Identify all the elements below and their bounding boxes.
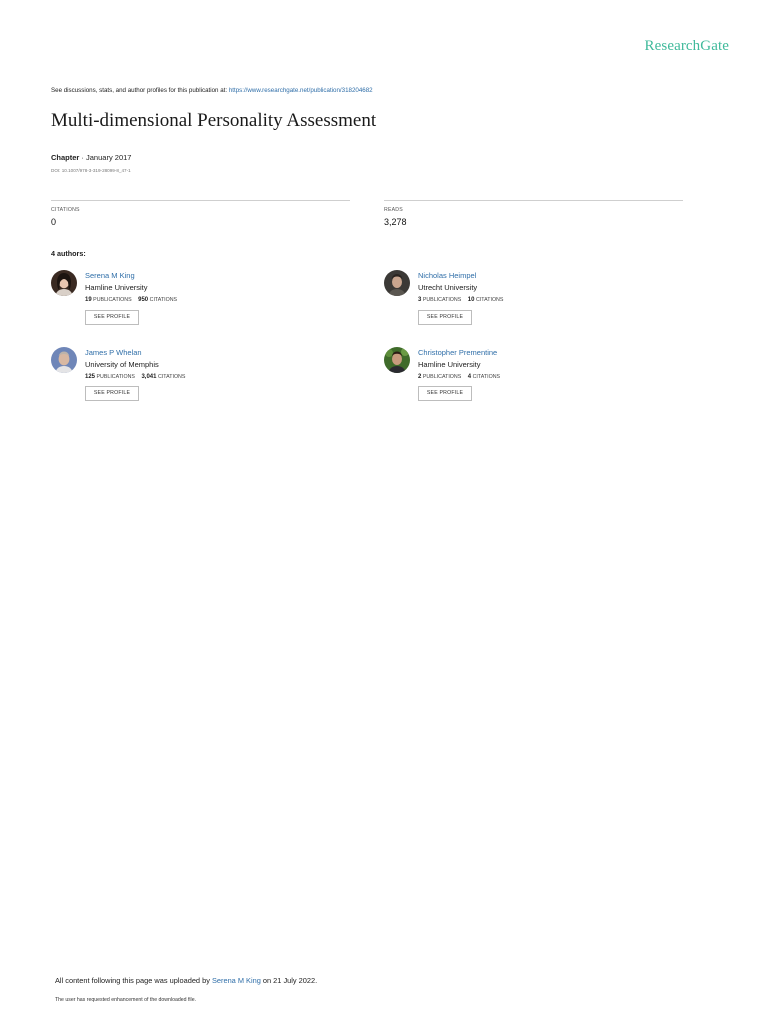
discussions-line: See discussions, stats, and author profi… — [51, 87, 373, 94]
author-citations-label: CITATIONS — [475, 297, 504, 303]
author-stats: 19 PUBLICATIONS 950 CITATIONS — [85, 297, 177, 303]
researchgate-logo[interactable]: ResearchGate — [645, 38, 729, 55]
publications-count: 125 — [85, 374, 96, 380]
author-avatar[interactable] — [384, 347, 410, 373]
discussions-prefix: See discussions, stats, and author profi… — [51, 87, 229, 94]
author-citations-count: 3,041 — [141, 374, 157, 380]
author-citations-label: CITATIONS — [472, 374, 501, 380]
reads-divider — [384, 200, 683, 201]
citations-label: CITATIONS — [51, 207, 80, 213]
upload-prefix: All content following this page was uplo… — [55, 976, 212, 985]
uploader-link[interactable]: Serena M King — [212, 976, 261, 985]
author-citations-label: CITATIONS — [149, 297, 178, 303]
meta-separator: · — [79, 153, 87, 162]
author-avatar[interactable] — [51, 347, 77, 373]
citations-count: 0 — [51, 217, 57, 227]
publications-count: 19 — [85, 297, 92, 303]
author-name-link[interactable]: James P Whelan — [85, 348, 142, 357]
author-stats: 2 PUBLICATIONS 4 CITATIONS — [418, 374, 500, 380]
author-name-link[interactable]: Christopher Prementine — [418, 348, 497, 357]
author-name-link[interactable]: Serena M King — [85, 271, 135, 280]
publication-doi: DOI: 10.1007/978-3-319-28099-8_47-1 — [51, 168, 131, 173]
publication-type: Chapter — [51, 153, 80, 162]
author-avatar[interactable] — [51, 270, 77, 296]
publication-date: January 2017 — [86, 153, 132, 162]
author-citations-label: CITATIONS — [157, 374, 186, 380]
citations-divider — [51, 200, 350, 201]
publications-label: PUBLICATIONS — [422, 374, 462, 380]
upload-notice: All content following this page was uplo… — [55, 976, 317, 985]
author-citations-count: 4 — [467, 374, 472, 380]
author-citations-count: 950 — [138, 297, 149, 303]
publications-count: 3 — [418, 297, 422, 303]
authors-heading: 4 authors: — [51, 249, 86, 258]
author-institution: Hamline University — [418, 360, 481, 369]
author-institution: Utrecht University — [418, 283, 478, 292]
author-stats: 3 PUBLICATIONS 10 CITATIONS — [418, 297, 503, 303]
see-profile-button[interactable]: SEE PROFILE — [85, 386, 139, 401]
publications-label: PUBLICATIONS — [422, 297, 462, 303]
author-citations-count: 10 — [467, 297, 475, 303]
upload-suffix: on 21 July 2022. — [260, 976, 318, 985]
see-profile-button[interactable]: SEE PROFILE — [418, 386, 472, 401]
reads-label: READS — [384, 207, 403, 213]
publications-count: 2 — [418, 374, 422, 380]
publication-title: Multi-dimensional Personality Assessment — [51, 110, 377, 131]
author-card: Christopher Prementine Hamline Universit… — [384, 347, 684, 417]
author-card: Serena M King Hamline University 19 PUBL… — [51, 270, 351, 340]
publication-url-link[interactable]: https://www.researchgate.net/publication… — [229, 87, 373, 94]
author-avatar[interactable] — [384, 270, 410, 296]
author-card: Nicholas Heimpel Utrecht University 3 PU… — [384, 270, 684, 340]
author-name-link[interactable]: Nicholas Heimpel — [418, 271, 476, 280]
author-card: James P Whelan University of Memphis 125… — [51, 347, 351, 417]
publications-label: PUBLICATIONS — [93, 297, 132, 303]
publications-label: PUBLICATIONS — [96, 374, 135, 380]
see-profile-button[interactable]: SEE PROFILE — [85, 310, 139, 325]
see-profile-button[interactable]: SEE PROFILE — [418, 310, 472, 325]
author-institution: University of Memphis — [85, 360, 159, 369]
reads-count: 3,278 — [384, 217, 407, 227]
publication-meta: Chapter · January 2017 — [51, 153, 131, 162]
enhancement-note: The user has requested enhancement of th… — [55, 997, 197, 1003]
author-stats: 125 PUBLICATIONS 3,041 CITATIONS — [85, 374, 185, 380]
author-institution: Hamline University — [85, 283, 148, 292]
